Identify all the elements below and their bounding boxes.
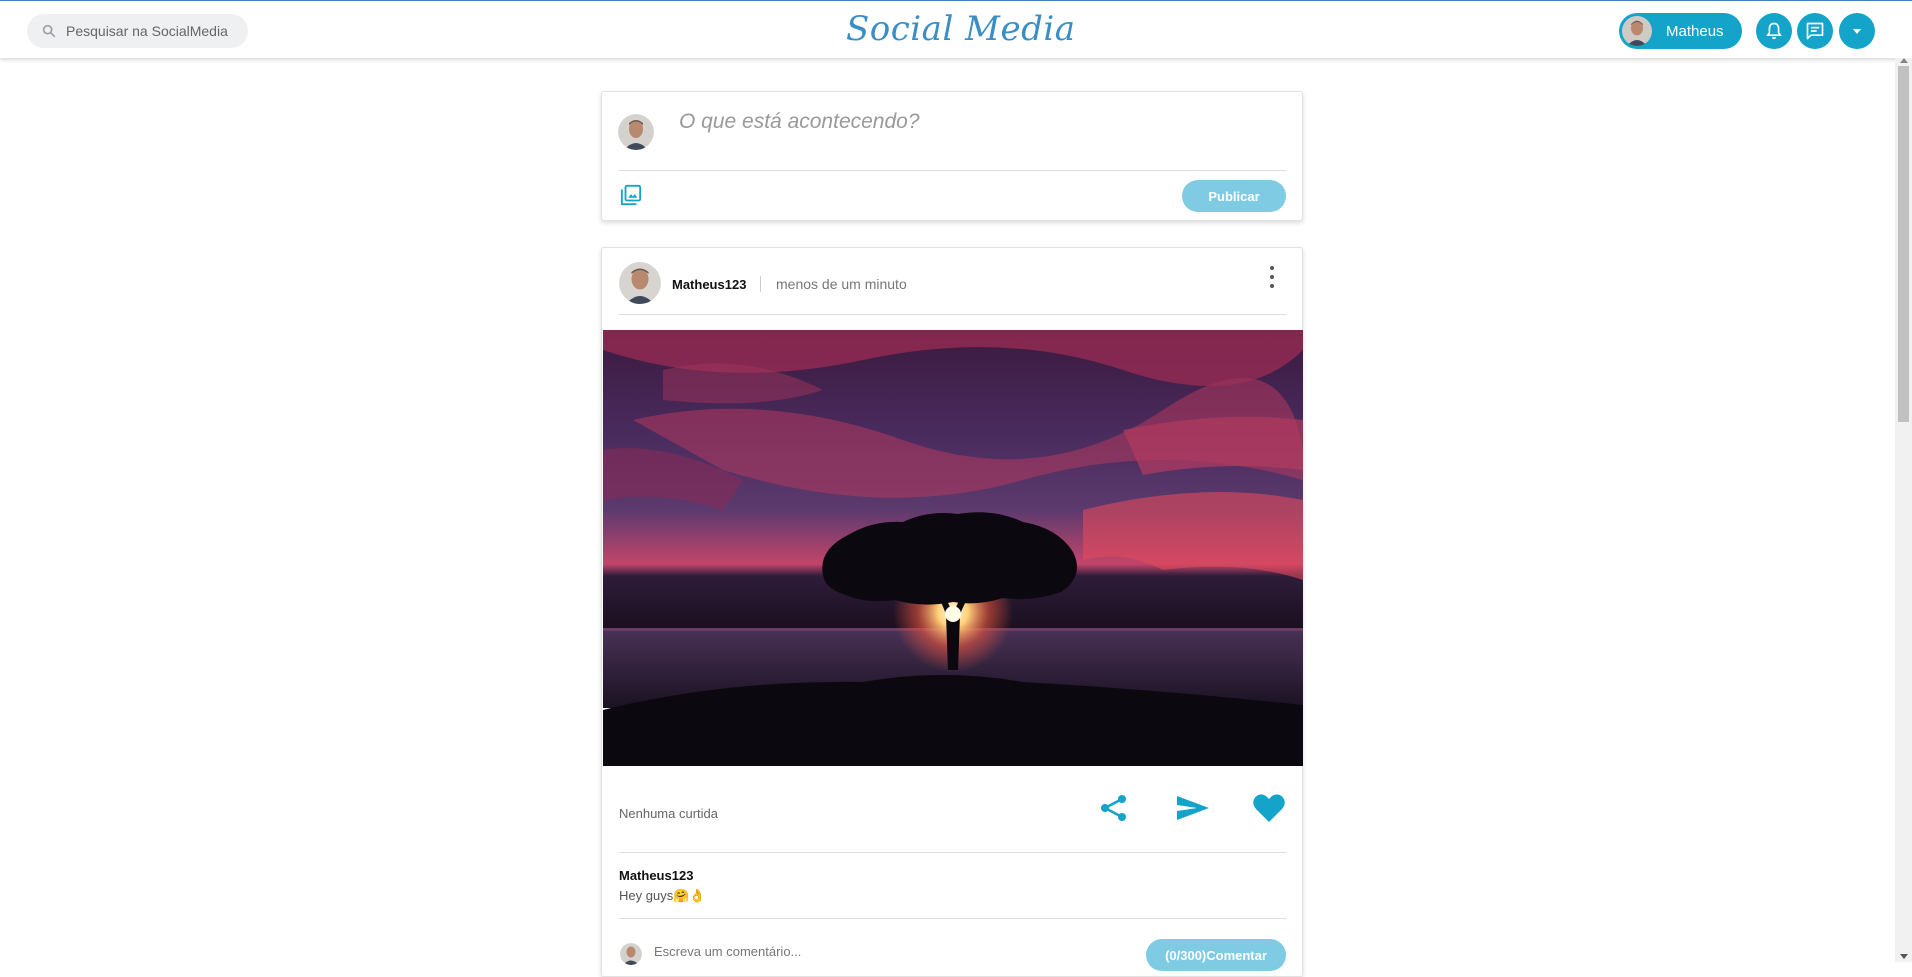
- comment-input[interactable]: [654, 944, 1034, 959]
- scroll-up-icon[interactable]: [1900, 58, 1908, 63]
- heart-icon[interactable]: [1252, 792, 1286, 824]
- divider: [619, 852, 1286, 853]
- post-card: Matheus123 menos de um minuto Nenhuma cu…: [601, 247, 1303, 977]
- scrollbar-thumb[interactable]: [1898, 66, 1909, 422]
- caption-text: Hey guys🤗👌: [619, 888, 706, 903]
- messages-button[interactable]: [1797, 13, 1833, 49]
- search-box[interactable]: [27, 14, 248, 48]
- image-icon[interactable]: [620, 184, 642, 206]
- post-timestamp: menos de um minuto: [776, 276, 907, 292]
- composer-input[interactable]: O que está acontecendo?: [679, 110, 920, 134]
- post-composer: O que está acontecendo? Publicar: [601, 91, 1303, 221]
- profile-name: Matheus: [1666, 22, 1724, 40]
- divider: [619, 170, 1286, 171]
- scroll-down-icon[interactable]: [1900, 954, 1908, 959]
- search-icon: [42, 24, 56, 38]
- separator: [760, 276, 761, 292]
- avatar: [618, 114, 654, 150]
- menu-dropdown-button[interactable]: [1839, 13, 1875, 49]
- divider: [619, 314, 1286, 315]
- divider: [619, 918, 1286, 919]
- send-icon[interactable]: [1175, 792, 1211, 824]
- dropdown-caret-icon: [1853, 29, 1861, 34]
- sunset-tree-image: [603, 330, 1303, 766]
- bell-icon: [1766, 22, 1782, 40]
- post-image[interactable]: [603, 330, 1303, 766]
- avatar[interactable]: [619, 262, 661, 304]
- avatar: [1622, 16, 1652, 46]
- profile-chip[interactable]: Matheus: [1619, 13, 1742, 49]
- comment-button[interactable]: (0/300)Comentar: [1146, 939, 1286, 971]
- page-scrollbar[interactable]: [1895, 58, 1912, 962]
- chat-icon: [1806, 22, 1824, 40]
- publish-button[interactable]: Publicar: [1182, 180, 1286, 212]
- caption-author[interactable]: Matheus123: [619, 868, 693, 883]
- search-input[interactable]: [66, 23, 236, 39]
- likes-count: Nenhuma curtida: [619, 806, 718, 821]
- top-navbar: Social Media Matheus: [0, 0, 1912, 58]
- post-author[interactable]: Matheus123: [672, 277, 746, 292]
- notifications-button[interactable]: [1756, 13, 1792, 49]
- share-icon[interactable]: [1098, 792, 1130, 824]
- brand-logo[interactable]: Social Media: [846, 9, 1075, 49]
- more-vert-icon[interactable]: [1268, 266, 1276, 288]
